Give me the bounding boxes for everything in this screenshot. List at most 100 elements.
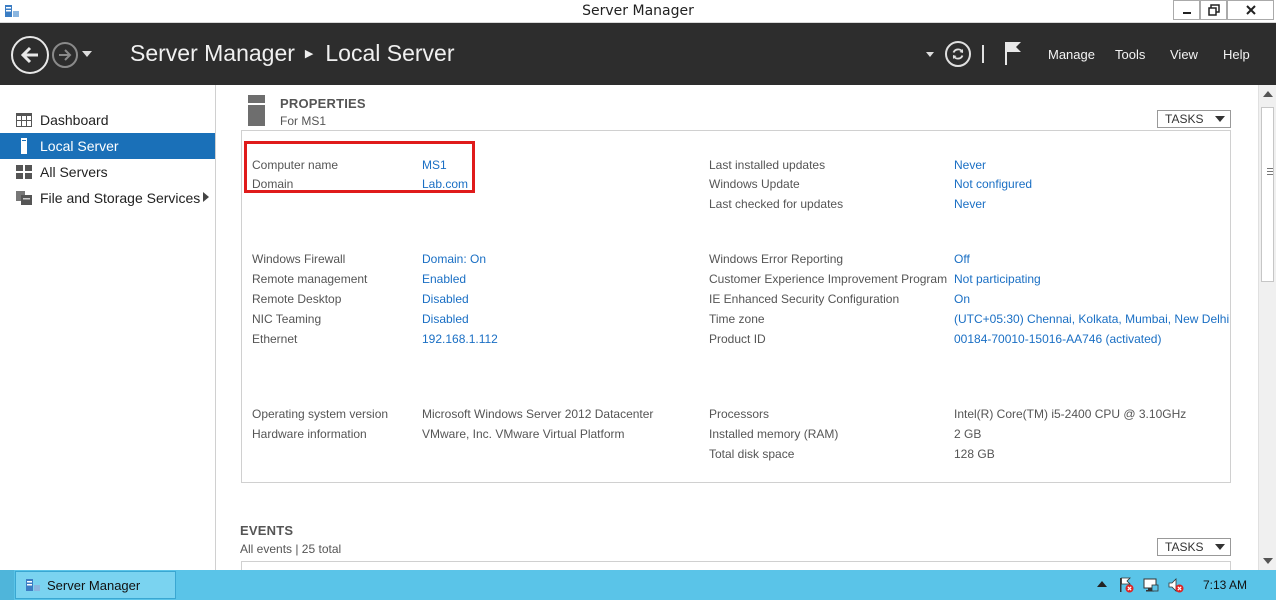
chevron-down-icon [1215,116,1225,122]
property-value-link[interactable]: Disabled [422,312,469,326]
property-value-link[interactable]: Not configured [954,177,1032,191]
sidebar-item-local-server[interactable]: Local Server [0,133,215,159]
property-label: Operating system version [252,407,389,421]
property-label: Windows Update [709,177,800,191]
events-panel [241,561,1231,570]
app-header: Server Manager ▶ Local Server Manage Too… [0,23,1276,85]
scroll-thumb[interactable] [1261,107,1274,282]
sidebar-item-label: All Servers [40,164,108,180]
refresh-button[interactable] [945,41,971,67]
show-hidden-icons-icon[interactable] [1097,581,1107,587]
close-icon [1245,5,1256,15]
property-label: NIC Teaming [252,312,322,326]
property-value-link[interactable]: Never [954,158,986,172]
events-subtitle: All events | 25 total [240,542,342,556]
property-value-link[interactable]: Never [954,197,986,211]
properties-subtitle: For MS1 [280,114,327,128]
sidebar-item-label: Local Server [40,138,119,154]
breadcrumb-separator-icon: ▶ [304,48,314,60]
menu-help[interactable]: Help [1223,47,1250,62]
events-title: EVENTS [240,523,294,538]
storage-icon [15,190,33,206]
sidebar-item-file-storage[interactable]: File and Storage Services [0,185,215,211]
property-value-link[interactable]: Enabled [422,272,466,286]
taskbar-clock[interactable]: 7:13 AM [1203,578,1247,592]
property-label: Ethernet [252,332,298,346]
close-button[interactable] [1227,0,1274,20]
property-label: IE Enhanced Security Configuration [709,292,900,306]
property-label: Product ID [709,332,766,346]
tasks-label: TASKS [1165,540,1204,554]
property-value-link[interactable]: Not participating [954,272,1041,286]
breadcrumb-root[interactable]: Server Manager [130,40,295,67]
maximize-button[interactable] [1200,0,1227,20]
sidebar-item-dashboard[interactable]: Dashboard [0,107,215,133]
window-title: Server Manager [582,3,694,19]
history-dropdown-icon[interactable] [82,51,92,57]
dashboard-grid-icon [15,112,33,128]
scroll-down-icon[interactable] [1263,558,1273,564]
notifications-dropdown-icon[interactable] [926,52,934,57]
main-content: PROPERTIES For MS1 TASKS Computer name MS… [217,85,1258,570]
grip-line [1267,168,1273,169]
property-value-link[interactable]: Off [954,252,970,266]
property-value: 2 GB [954,427,982,441]
title-bar: Server Manager [0,0,1276,23]
property-label: Installed memory (RAM) [709,427,839,441]
menu-manage[interactable]: Manage [1048,47,1095,62]
forward-button[interactable] [52,42,78,68]
sidebar-item-label: Dashboard [40,112,109,128]
network-icon[interactable] [1143,577,1159,593]
property-value: 128 GB [954,447,995,461]
servers-grid-icon [15,164,33,180]
property-value: Microsoft Windows Server 2012 Datacenter [422,407,654,421]
server-manager-app-icon [26,579,40,591]
menu-view[interactable]: View [1170,47,1198,62]
property-label: Windows Firewall [252,252,346,266]
sidebar-item-label: File and Storage Services [40,190,201,206]
start-area[interactable] [0,570,14,600]
property-label: Hardware information [252,427,367,441]
property-value-link[interactable]: On [954,292,970,306]
restore-icon [1207,4,1220,16]
chevron-right-icon [203,192,209,202]
property-value-link[interactable]: (UTC+05:30) Chennai, Kolkata, Mumbai, Ne… [954,312,1229,326]
property-label: Windows Error Reporting [709,252,844,266]
action-center-flag-icon[interactable] [1118,577,1134,593]
breadcrumb: Server Manager ▶ Local Server [130,40,455,67]
grip-line [1267,174,1273,175]
refresh-icon [952,48,964,60]
events-tasks-button[interactable]: TASKS [1157,538,1231,556]
property-value-link[interactable]: Disabled [422,292,469,306]
property-value: Intel(R) Core(TM) i5-2400 CPU @ 3.10GHz [954,407,1187,421]
taskbar-server-manager[interactable]: Server Manager [15,571,176,599]
minimize-button[interactable] [1173,0,1200,20]
menu-tools[interactable]: Tools [1115,47,1145,62]
scroll-up-icon[interactable] [1263,91,1273,97]
property-label: Last installed updates [709,158,826,172]
property-label: Total disk space [709,447,795,461]
server-icon [15,138,33,154]
property-value-link[interactable]: 00184-70010-15016-AA746 (activated) [954,332,1161,346]
taskbar-app-label: Server Manager [47,577,141,593]
properties-tasks-button[interactable]: TASKS [1157,110,1231,128]
minimize-icon [1182,12,1191,14]
property-value: VMware, Inc. VMware Virtual Platform [422,427,625,441]
back-arrow-icon [20,46,38,64]
chevron-down-icon [1215,544,1225,550]
breadcrumb-current: Local Server [325,40,455,66]
property-label: Remote management [252,272,368,286]
back-button[interactable] [11,36,49,74]
property-label: Time zone [709,312,765,326]
vertical-scrollbar[interactable] [1258,85,1276,570]
property-value-link[interactable]: Domain: On [422,252,486,266]
property-value-link[interactable]: 192.168.1.112 [422,332,498,346]
grip-line [1267,171,1273,172]
notifications-flag-icon[interactable] [1003,40,1023,66]
taskbar: Server Manager 7:13 AM [0,570,1276,600]
sidebar-item-all-servers[interactable]: All Servers [0,159,215,185]
header-divider [982,45,984,63]
properties-server-icon [248,95,265,126]
properties-title: PROPERTIES [280,96,366,111]
volume-muted-icon[interactable] [1168,577,1184,593]
